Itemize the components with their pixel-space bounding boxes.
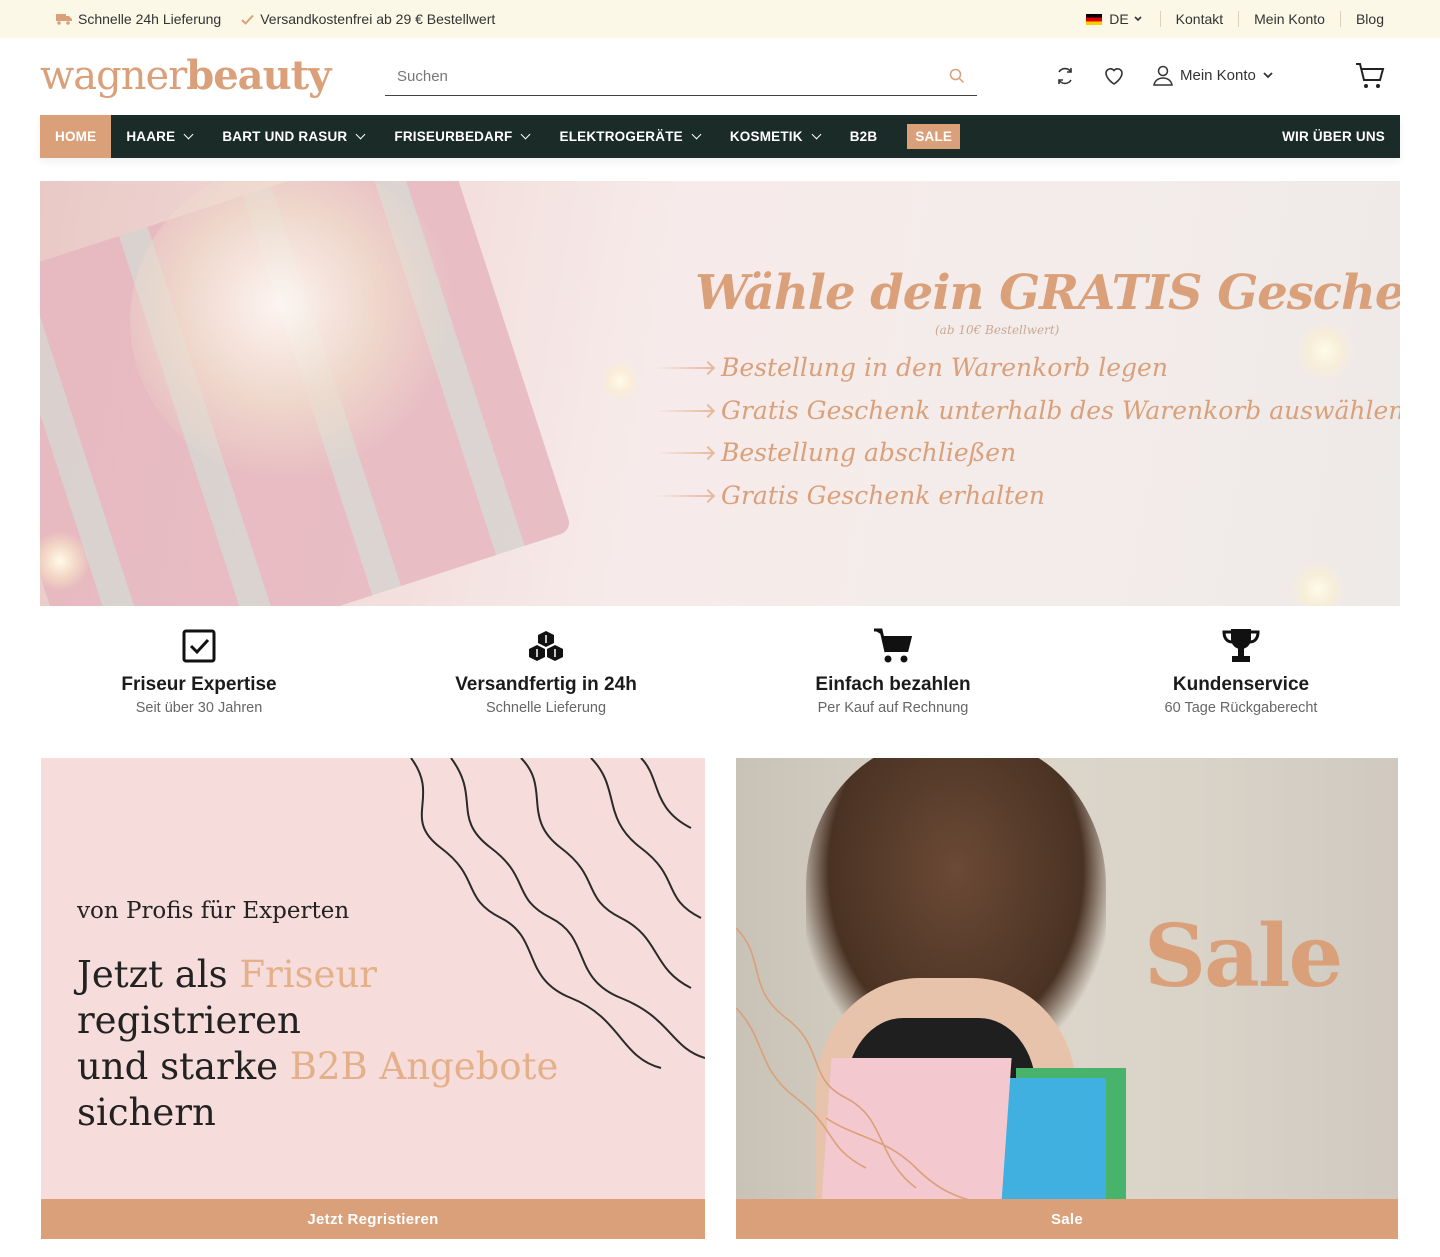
feature-title: Versandfertig in 24h: [455, 674, 637, 695]
headline-accent: Friseur: [239, 953, 377, 996]
light-glow: [1290, 561, 1346, 606]
search-input[interactable]: [385, 68, 925, 85]
site-logo[interactable]: wagnerbeauty: [40, 52, 331, 100]
chevron-down-icon: [183, 129, 194, 140]
boxes-icon: [529, 631, 563, 661]
hero-step-text: Gratis Geschenk unterhalb des Warenkorb …: [721, 396, 1400, 425]
b2b-banner[interactable]: von Profis für Experten Jetzt als Friseu…: [41, 758, 705, 1239]
language-selector[interactable]: DE: [1086, 11, 1144, 27]
b2b-headline: Jetzt als Friseur registrieren und stark…: [77, 952, 597, 1136]
arrow-right-icon: [655, 409, 713, 412]
sale-headline: Sale: [1144, 906, 1343, 1007]
feature-service: Kundenservice 60 Tage Rückgaberecht: [1091, 626, 1391, 716]
chevron-down-icon: [355, 129, 366, 140]
link-my-account[interactable]: Mein Konto: [1254, 11, 1325, 27]
light-glow: [1295, 321, 1355, 381]
hero-step: Gratis Geschenk unterhalb des Warenkorb …: [655, 396, 1400, 425]
nav-item-wir-ueber-uns[interactable]: WIR ÜBER UNS: [1267, 115, 1400, 158]
hero-step-text: Gratis Geschenk erhalten: [721, 481, 1046, 510]
checkbox-icon: [182, 629, 216, 663]
feature-subtitle: Per Kauf auf Rechnung: [817, 700, 969, 716]
language-label: DE: [1109, 11, 1129, 27]
link-blog[interactable]: Blog: [1356, 11, 1384, 27]
nav-item-haare[interactable]: HAARE: [111, 115, 207, 158]
hero-step-text: Bestellung in den Warenkorb legen: [721, 353, 1168, 382]
feature-expertise: Friseur Expertise Seit über 30 Jahren: [49, 626, 349, 716]
hero-step: Gratis Geschenk erhalten: [655, 481, 1045, 510]
nav-item-friseurbedarf[interactable]: FRISEURBEDARF: [379, 115, 544, 158]
nav-item-sale[interactable]: SALE: [892, 115, 975, 158]
chevron-down-icon: [811, 129, 822, 140]
check-icon: [241, 14, 254, 25]
feature-title: Friseur Expertise: [121, 674, 277, 695]
free-shipping-info: Versandkostenfrei ab 29 € Bestellwert: [241, 11, 495, 27]
search-bar: [385, 58, 977, 96]
logo-text-bold: beauty: [186, 52, 331, 99]
wavy-lines-decoration: [736, 927, 997, 1208]
nav-label: B2B: [849, 129, 878, 144]
truck-icon: [56, 14, 72, 25]
nav-item-b2b[interactable]: B2B: [835, 115, 893, 158]
register-button[interactable]: Jetzt Regristieren: [41, 1199, 705, 1239]
arrow-right-icon: [655, 494, 713, 497]
hero-banner[interactable]: Wähle dein GRATIS Geschenk (ab 10€ Beste…: [40, 181, 1400, 606]
hero-step: Bestellung abschließen: [655, 438, 1016, 467]
nav-label: HAARE: [126, 129, 176, 144]
nav-label: HOME: [55, 129, 97, 144]
feature-title: Einfach bezahlen: [815, 674, 971, 695]
headline-text: und starke: [77, 1045, 290, 1088]
account-menu[interactable]: Mein Konto: [1152, 64, 1274, 86]
german-flag-icon: [1086, 13, 1103, 25]
account-label: Mein Konto: [1180, 66, 1256, 84]
sale-badge: SALE: [907, 124, 961, 149]
main-navigation: HOME HAARE BART UND RASUR FRISEURBEDARF …: [40, 115, 1400, 158]
b2b-pretitle: von Profis für Experten: [77, 898, 350, 924]
headline-text: sichern: [77, 1091, 216, 1134]
wishlist-heart-icon[interactable]: [1102, 64, 1126, 88]
chevron-down-icon: [521, 129, 531, 140]
headline-text: Jetzt als: [77, 953, 240, 996]
feature-title: Kundenservice: [1172, 674, 1310, 695]
shopping-cart-icon[interactable]: [1354, 60, 1386, 92]
top-info-bar: Schnelle 24h Lieferung Versandkostenfrei…: [0, 0, 1440, 38]
trophy-icon: [1222, 629, 1260, 662]
fast-shipping-text: Schnelle 24h Lieferung: [78, 11, 222, 27]
user-icon: [1153, 65, 1173, 86]
arrow-right-icon: [655, 366, 713, 369]
link-contact[interactable]: Kontakt: [1176, 11, 1223, 27]
hero-subtitle: (ab 10€ Bestellwert): [935, 323, 1060, 337]
logo-text-light: wagner: [40, 53, 187, 99]
fast-shipping-info: Schnelle 24h Lieferung: [56, 11, 221, 27]
hero-step: Bestellung in den Warenkorb legen: [655, 353, 1168, 382]
search-icon[interactable]: [949, 68, 965, 84]
nav-label: BART UND RASUR: [222, 129, 348, 144]
chevron-down-icon: [691, 129, 702, 140]
hero-title: Wähle dein GRATIS Geschenk: [695, 265, 1400, 321]
nav-item-bart-und-rasur[interactable]: BART UND RASUR: [207, 115, 379, 158]
nav-label: KOSMETIK: [729, 129, 803, 144]
sale-button[interactable]: Sale: [736, 1199, 1398, 1239]
nav-item-elektrogeraete[interactable]: ELEKTROGERÄTE: [544, 115, 714, 158]
nav-item-home[interactable]: HOME: [40, 115, 112, 158]
free-shipping-text: Versandkostenfrei ab 29 € Bestellwert: [260, 11, 496, 27]
nav-label: ELEKTROGERÄTE: [559, 129, 683, 144]
feature-subtitle: 60 Tage Rückgaberecht: [1164, 700, 1318, 716]
hero-step-text: Bestellung abschließen: [721, 438, 1017, 467]
chevron-down-icon: [1134, 16, 1142, 22]
light-glow: [600, 361, 640, 401]
sale-banner[interactable]: Sale Sale: [736, 758, 1398, 1239]
headline-text: registrieren: [77, 999, 301, 1042]
chevron-down-icon: [1263, 72, 1273, 79]
nav-item-kosmetik[interactable]: KOSMETIK: [715, 115, 835, 158]
feature-subtitle: Seit über 30 Jahren: [135, 700, 263, 716]
feature-payment: Einfach bezahlen Per Kauf auf Rechnung: [743, 626, 1043, 716]
feature-subtitle: Schnelle Lieferung: [485, 700, 607, 716]
feature-shipping: Versandfertig in 24h Schnelle Lieferung: [396, 626, 696, 716]
nav-label: FRISEURBEDARF: [394, 129, 513, 144]
nav-label: WIR ÜBER UNS: [1282, 129, 1385, 144]
headline-accent: B2B Angebote: [289, 1045, 559, 1088]
arrow-right-icon: [655, 451, 713, 454]
cart-icon: [874, 628, 912, 663]
compare-refresh-icon[interactable]: [1053, 64, 1077, 88]
